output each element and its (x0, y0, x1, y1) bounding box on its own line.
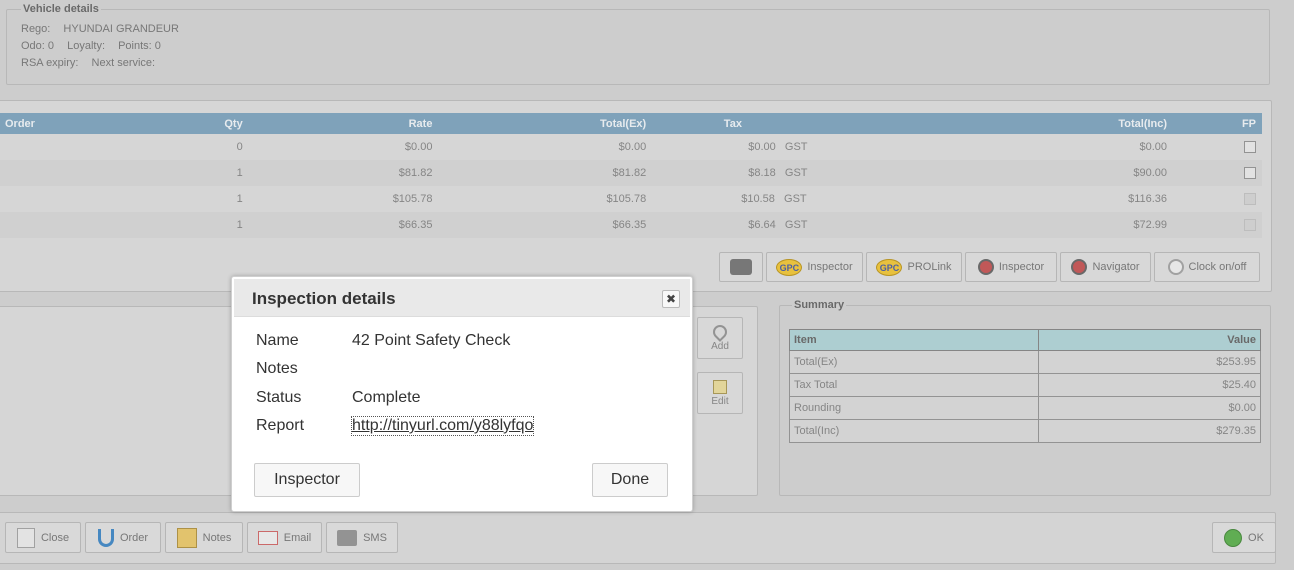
name-label: Name (256, 332, 299, 349)
dialog-title: Inspection details (252, 289, 396, 308)
notes-label: Notes (256, 360, 298, 377)
status-value: Complete (352, 389, 421, 406)
close-icon[interactable]: ✖ (662, 290, 680, 308)
inspector-dialog-button[interactable]: Inspector (254, 463, 360, 497)
done-button[interactable]: Done (592, 463, 668, 497)
dialog-header: Inspection details ✖ (234, 279, 690, 317)
name-value: 42 Point Safety Check (352, 332, 511, 349)
status-label: Status (256, 389, 302, 406)
report-label: Report (256, 417, 305, 434)
report-link[interactable]: http://tinyurl.com/y88lyfqo (350, 416, 535, 436)
inspection-details-dialog: Inspection details ✖ Name 42 Point Safet… (231, 276, 693, 512)
